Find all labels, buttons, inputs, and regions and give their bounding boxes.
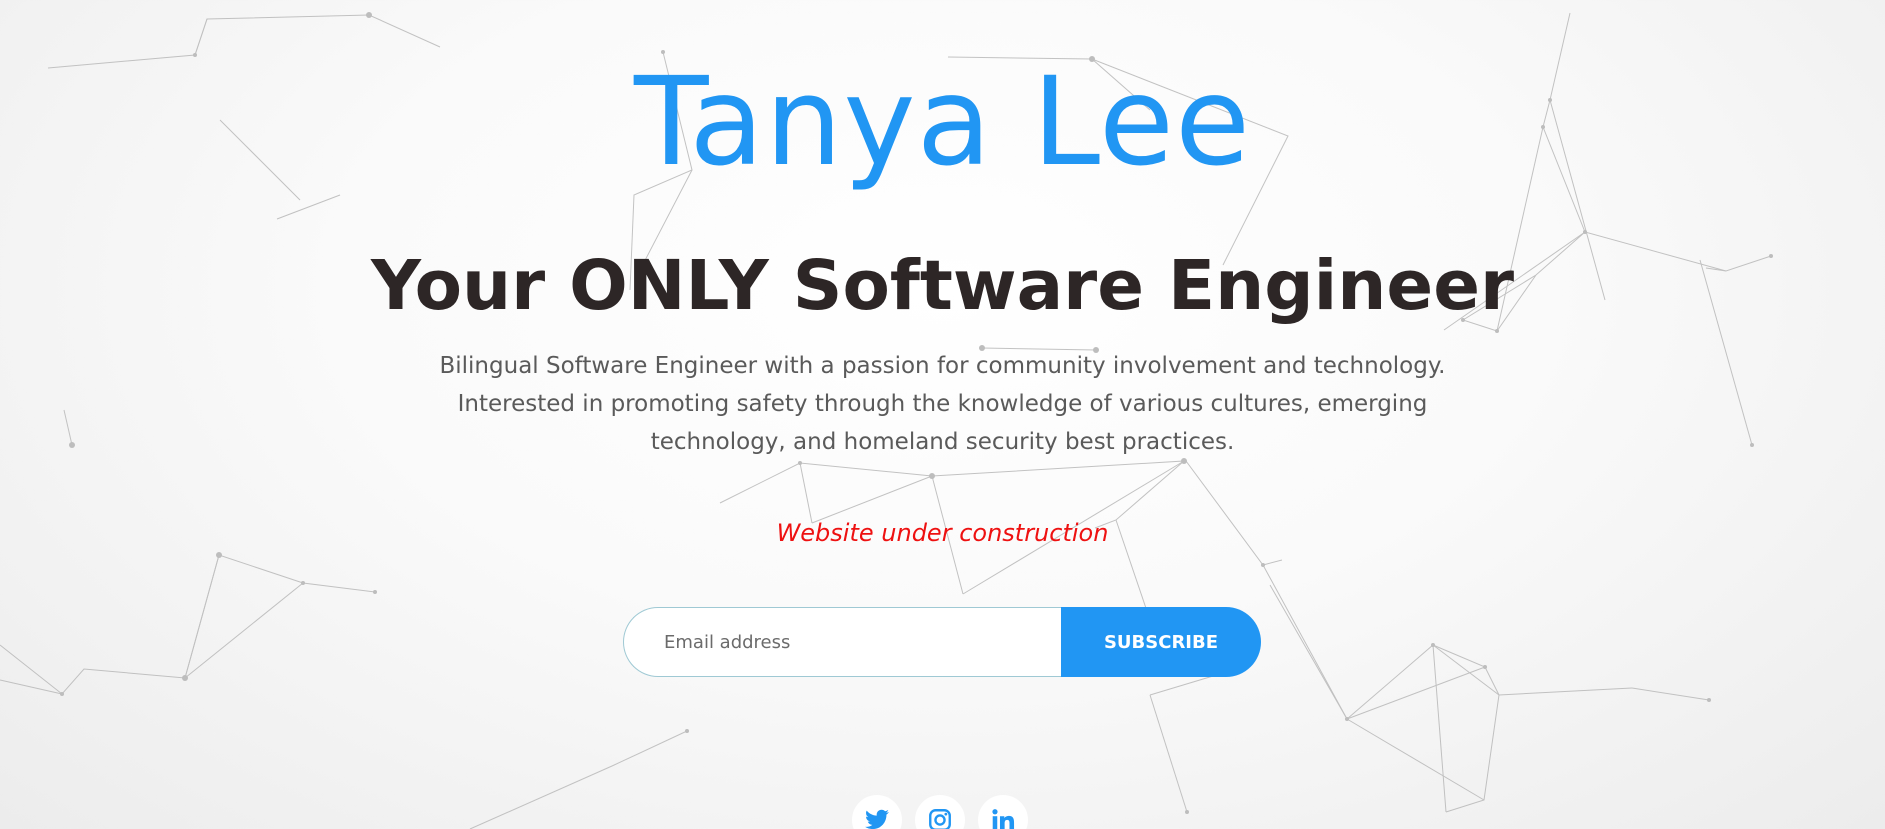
instagram-icon <box>929 809 951 829</box>
linkedin-link[interactable] <box>978 795 1028 829</box>
subscribe-form: SUBSCRIBE <box>623 607 1261 677</box>
social-links <box>852 795 1028 829</box>
construction-notice: Website under construction <box>776 519 1109 547</box>
hero-section: Tanya Lee Your ONLY Software Engineer Bi… <box>0 0 1885 829</box>
bio-paragraph: Bilingual Software Engineer with a passi… <box>439 353 1446 455</box>
linkedin-icon <box>992 809 1015 829</box>
subscribe-button[interactable]: SUBSCRIBE <box>1061 607 1261 677</box>
instagram-link[interactable] <box>915 795 965 829</box>
email-input[interactable] <box>623 607 1061 677</box>
tagline-heading: Your ONLY Software Engineer <box>370 246 1515 326</box>
site-name-title: Tanya Lee <box>633 51 1252 193</box>
twitter-icon <box>865 809 889 829</box>
twitter-link[interactable] <box>852 795 902 829</box>
